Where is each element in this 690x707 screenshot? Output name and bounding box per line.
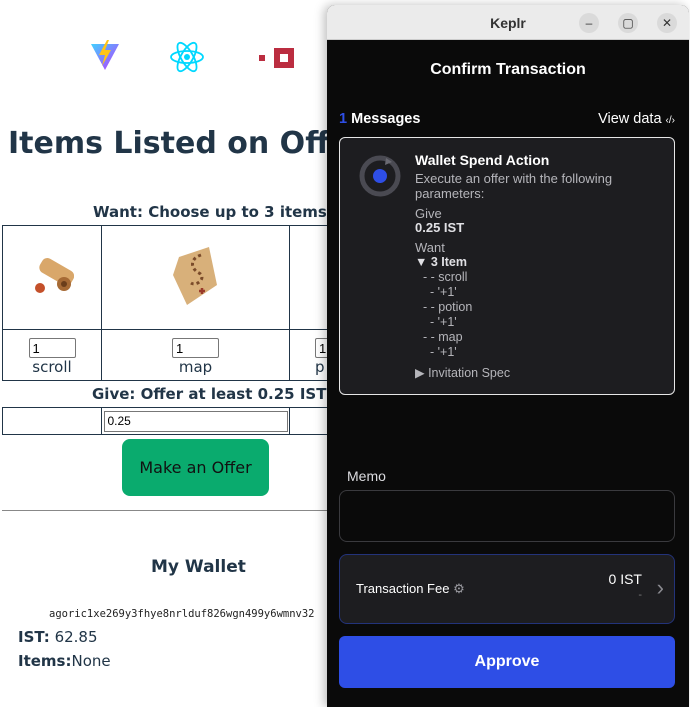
page-title: Items Listed on Offer (8, 126, 365, 161)
message-desc: Execute an offer with the following para… (415, 171, 613, 201)
make-offer-button[interactable]: Make an Offer (122, 439, 269, 496)
give-value: 0.25 IST (415, 220, 465, 235)
give-label: Give (415, 206, 442, 221)
scroll-label: scroll (32, 358, 72, 376)
chevron-right-icon: › (656, 575, 664, 600)
react-logo (169, 40, 205, 78)
tree-line: - - scroll (423, 270, 468, 284)
tree-line: - '+1' (430, 285, 457, 299)
tree-line: - - map (423, 330, 463, 344)
wallet-action-icon (359, 155, 401, 197)
fee-sub: - (638, 589, 642, 601)
tree-line: - '+1' (430, 345, 457, 359)
vite-logo (90, 40, 120, 76)
agoric-logo (259, 48, 295, 72)
maximize-button[interactable]: ▢ (618, 13, 638, 33)
scroll-cell: scroll (2, 329, 102, 381)
scroll-qty-input[interactable] (28, 338, 76, 358)
wallet-title: My Wallet (151, 557, 246, 577)
message-title: Wallet Spend Action (415, 152, 550, 168)
view-data-button[interactable]: View data ‹/› (598, 111, 675, 127)
minimize-button[interactable]: – (579, 13, 599, 33)
want-label: Want (415, 240, 445, 255)
memo-input[interactable] (339, 490, 675, 542)
give-caption: Give: Offer at least 0.25 IST (92, 385, 327, 403)
map-label: map (178, 358, 213, 376)
scroll-icon (35, 257, 75, 293)
map-qty-input[interactable] (172, 338, 219, 358)
fee-value: 0 IST (608, 571, 642, 587)
tree-line: - - potion (423, 300, 473, 314)
message-card: Wallet Spend Action Execute an offer wit… (339, 137, 675, 395)
close-button[interactable]: ✕ (657, 13, 677, 33)
messages-header: 1 Messages (339, 111, 421, 127)
map-cell: map (101, 329, 290, 381)
confirm-heading: Confirm Transaction (430, 61, 586, 78)
wallet-address: agoric1xe269y3fhye8nrlduf826wgn499y6wmnv… (49, 608, 315, 620)
ist-balance: IST: 62.85 (18, 628, 98, 646)
items-table: scroll map p (2, 225, 363, 381)
scroll-image-cell (2, 225, 102, 330)
gear-icon: ⚙ (453, 581, 465, 596)
give-table (2, 407, 350, 435)
invitation-spec-toggle[interactable]: ▶ Invitation Spec (415, 365, 510, 380)
approve-button[interactable]: Approve (339, 636, 675, 688)
want-caption: Want: Choose up to 3 items (93, 203, 327, 221)
map-icon (172, 246, 217, 305)
memo-label: Memo (347, 468, 386, 484)
tree-line: - '+1' (430, 315, 457, 329)
divider (2, 510, 332, 511)
items-balance: Items:None (18, 652, 111, 670)
keplr-window: Keplr – ▢ ✕ Confirm Transaction 1 Messag… (327, 5, 689, 707)
want-group-toggle[interactable]: ▼ 3 Item (415, 255, 467, 269)
transaction-fee-button[interactable]: Transaction Fee ⚙ 0 IST - › (339, 554, 675, 624)
fee-label: Transaction Fee ⚙ (356, 581, 465, 596)
map-image-cell (101, 225, 290, 330)
code-icon: ‹/› (665, 115, 675, 126)
give-amount-input[interactable] (103, 410, 288, 432)
title-bar: Keplr – ▢ ✕ (327, 5, 689, 40)
